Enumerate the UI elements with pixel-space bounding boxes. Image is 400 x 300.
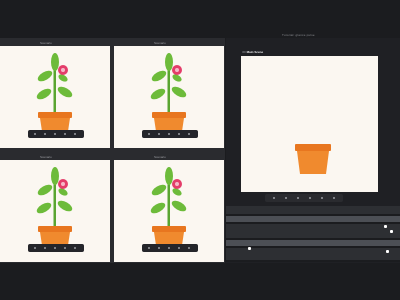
scene-stage[interactable] [241,56,378,192]
rewind-icon[interactable] [273,197,275,199]
step-forward-icon[interactable] [178,247,180,249]
rewind-icon[interactable] [34,247,36,249]
playback-controls [28,130,84,138]
timeline-track[interactable] [226,240,400,246]
keyframe-icon[interactable] [248,247,251,250]
pane-title: Scenario [40,155,52,159]
step-back-icon[interactable] [285,197,287,199]
scene-title: Main Scene [246,50,264,54]
scene-header: 3D Main Scene [242,50,263,54]
step-forward-icon[interactable] [178,133,180,135]
bottom-area [0,263,400,300]
top-strip [0,0,400,36]
rewind-icon[interactable] [34,133,36,135]
potted-flower-icon [150,167,187,252]
pane-titlebar: Scenario [0,40,110,46]
step-forward-icon[interactable] [309,197,311,199]
scene-playback-controls [265,194,343,202]
play-icon[interactable] [168,133,170,135]
forward-icon[interactable] [74,247,76,249]
pane-titlebar: Scenario [0,154,110,160]
pane-title: Scenario [40,41,52,45]
forward-icon[interactable] [74,133,76,135]
timeline [226,206,400,262]
forward-icon[interactable] [188,133,190,135]
pane-title: Scenario [154,41,166,45]
rewind-icon[interactable] [148,247,150,249]
timeline-track[interactable] [226,206,400,214]
playback-controls [28,244,84,252]
keyframe-icon[interactable] [384,225,387,228]
loop-icon[interactable] [333,197,335,199]
pane-titlebar: Scenario [114,40,224,46]
step-back-icon[interactable] [44,133,46,135]
preview-pane-2[interactable]: Scenario [114,40,224,148]
timeline-track[interactable] [226,216,400,222]
playback-controls [142,244,198,252]
step-back-icon[interactable] [158,133,160,135]
keyframe-icon[interactable] [386,250,389,253]
keyframe-icon[interactable] [390,230,393,233]
timeline-title: Tutorial: glance pulse [282,33,315,37]
forward-icon[interactable] [188,247,190,249]
playback-controls [142,130,198,138]
preview-pane-3[interactable]: Scenario [0,154,110,262]
preview-pane-1[interactable]: Scenario [0,40,110,148]
pane-titlebar: Scenario [114,154,224,160]
step-forward-icon[interactable] [64,247,66,249]
potted-flower-icon [36,167,73,252]
play-icon[interactable] [54,247,56,249]
pot-icon [295,144,331,174]
potted-flower-icon [36,53,73,138]
play-icon[interactable] [54,133,56,135]
potted-flower-icon [150,53,187,138]
preview-pane-4[interactable]: Scenario [114,154,224,262]
step-back-icon[interactable] [44,247,46,249]
rewind-icon[interactable] [148,133,150,135]
step-forward-icon[interactable] [64,133,66,135]
play-icon[interactable] [168,247,170,249]
timeline-track[interactable] [226,224,400,238]
step-back-icon[interactable] [158,247,160,249]
forward-icon[interactable] [321,197,323,199]
play-icon[interactable] [297,197,299,199]
pane-title: Scenario [154,155,166,159]
timeline-track[interactable] [226,248,400,260]
